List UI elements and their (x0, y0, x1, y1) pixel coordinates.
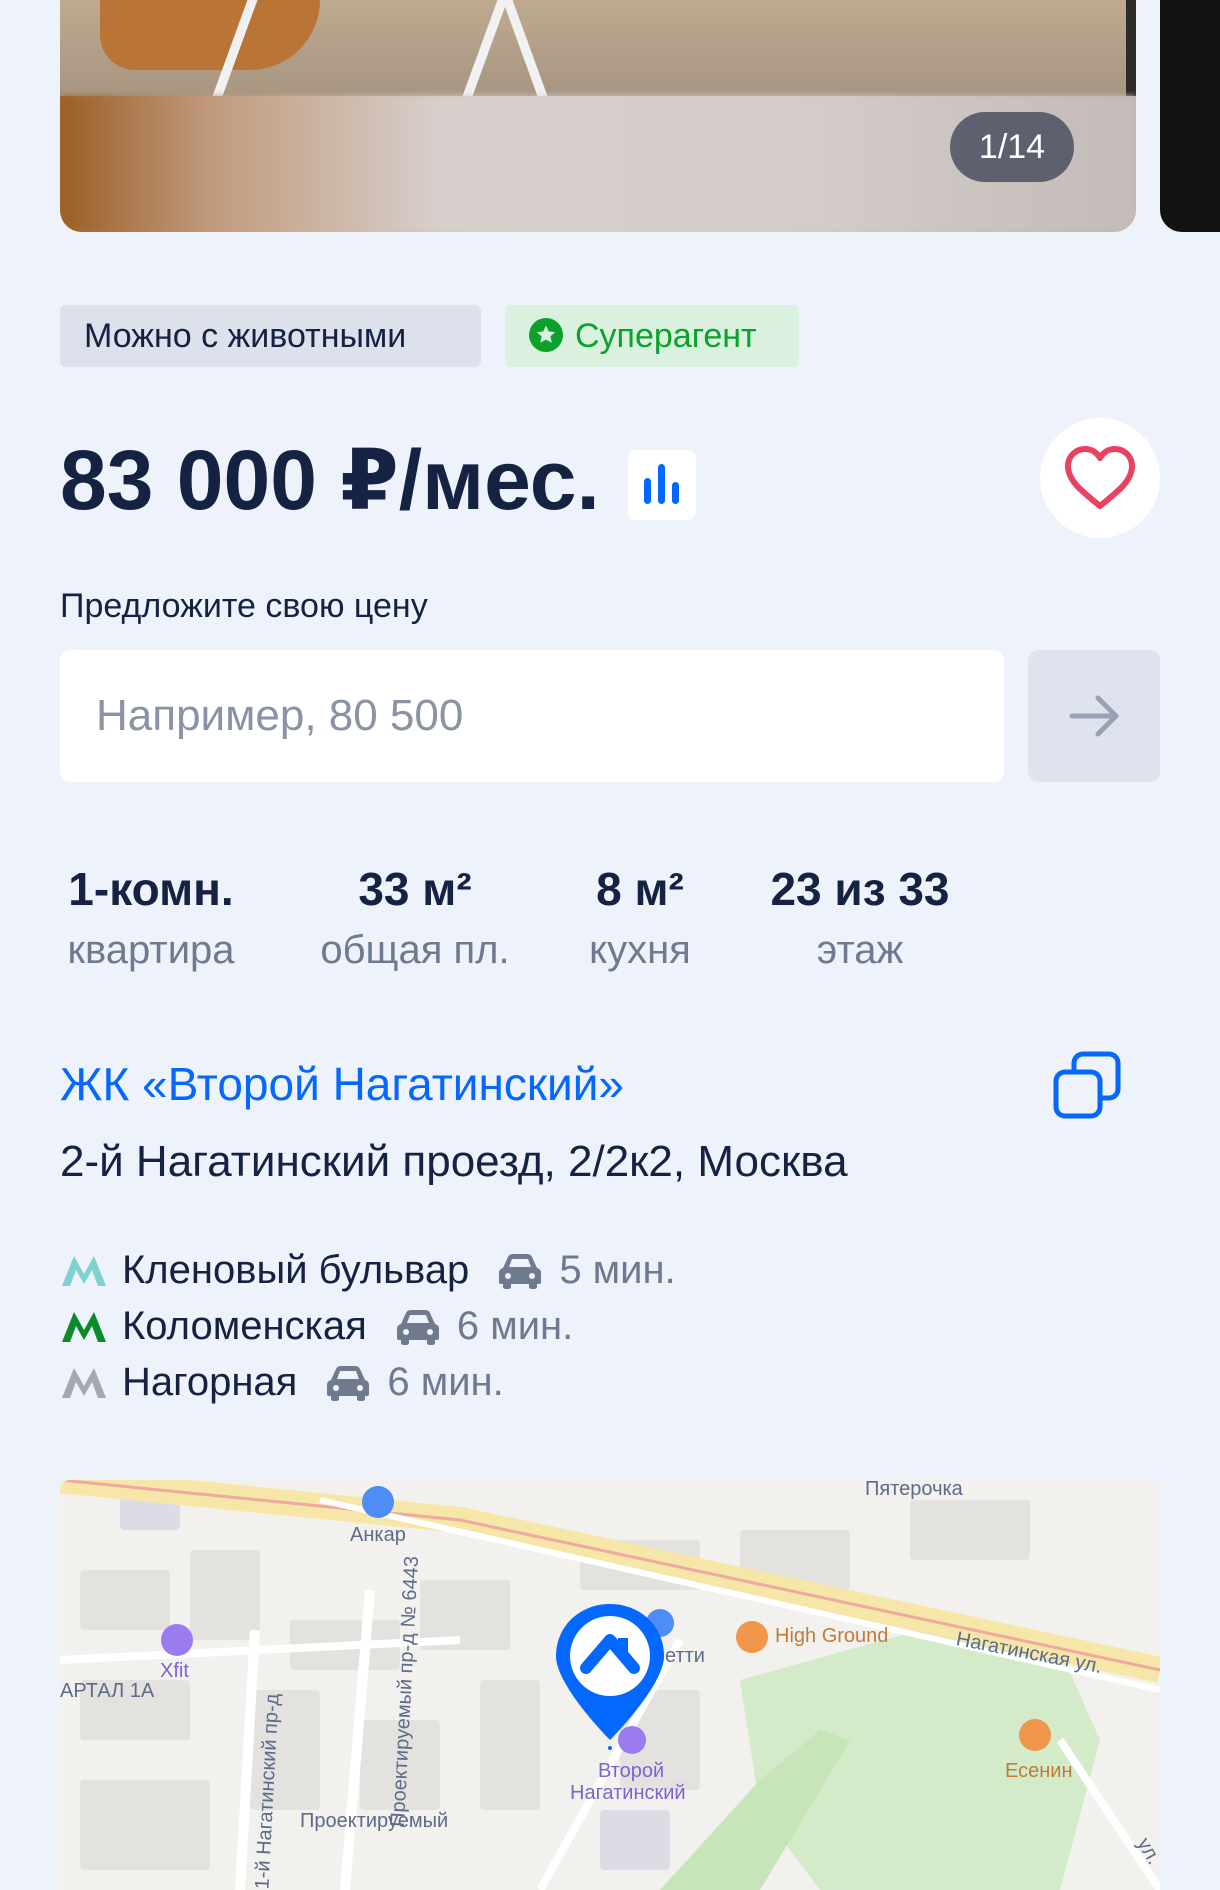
map-label: Xfit (160, 1660, 189, 1682)
submit-offer-button[interactable] (1028, 650, 1160, 782)
metro-icon (62, 1256, 106, 1286)
metro-icon (62, 1368, 106, 1398)
metro-icon (62, 1312, 106, 1342)
spec-label: квартира (67, 928, 235, 972)
map-label: етти (665, 1645, 705, 1667)
favorite-button[interactable] (1040, 418, 1160, 538)
copy-icon (1053, 1051, 1121, 1119)
metro-station-name: Кленовый бульвар (122, 1248, 470, 1292)
metro-station-row[interactable]: Нагорная 6 мин. (60, 1354, 504, 1410)
car-icon (396, 1310, 439, 1345)
map-label: High Ground (775, 1625, 889, 1647)
next-photo-preview[interactable] (1160, 0, 1220, 232)
spec-value: 33 м² (358, 863, 472, 915)
offer-price-input[interactable] (60, 650, 1004, 782)
spec-value: 8 м² (596, 863, 684, 915)
spec-label: кухня (589, 928, 691, 972)
metro-travel-time: 5 мин. (559, 1248, 676, 1292)
spec-label: этаж (816, 928, 904, 972)
photo-detail (1126, 0, 1136, 96)
superagent-label: Суперагент (575, 317, 757, 355)
spec-total-area: 33 м² общая пл. (310, 860, 520, 978)
map-label: Второй (598, 1760, 665, 1782)
bar-chart-icon (644, 464, 679, 504)
spec-value: 1-комн. (68, 863, 234, 915)
photo-gallery[interactable]: 1/14 (60, 0, 1136, 232)
price-history-button[interactable] (628, 450, 696, 520)
spec-label: общая пл. (320, 928, 510, 972)
metro-station-name: Нагорная (122, 1360, 298, 1404)
map-label: Пятерочка (865, 1480, 963, 1500)
pets-allowed-tag: Можно с животными (60, 305, 481, 367)
spec-floor: 23 из 33 этаж (760, 860, 960, 978)
spec-value: 23 из 33 (770, 863, 950, 915)
residential-complex-link[interactable]: ЖК «Второй Нагатинский» (60, 1054, 624, 1114)
map-label: АРТАЛ 1А (60, 1680, 155, 1702)
car-icon (499, 1254, 542, 1289)
location-pin-icon (556, 1604, 664, 1750)
spec-kitchen-area: 8 м² кухня (575, 860, 705, 978)
heart-icon (1065, 446, 1135, 509)
address: 2-й Нагатинский проезд, 2/2к2, Москва (60, 1137, 848, 1186)
map-label: Проектируемый (300, 1810, 449, 1832)
metro-station-row[interactable]: Коломенская 6 мин. (60, 1298, 573, 1354)
price: 83 000 ₽/мес. (60, 433, 600, 527)
copy-address-button[interactable] (1048, 1046, 1128, 1126)
map-label: Есенин (1005, 1760, 1073, 1782)
metro-travel-time: 6 мин. (456, 1304, 574, 1348)
superagent-tag: Суперагент (505, 305, 799, 367)
map-preview[interactable]: Пятерочка Анкар High Ground Нагатинская … (60, 1480, 1160, 1890)
metro-station-row[interactable]: Кленовый бульвар 5 мин. (60, 1242, 676, 1298)
metro-travel-time: 6 мин. (387, 1360, 504, 1404)
offer-price-label: Предложите свою цену (60, 587, 428, 625)
metro-station-name: Коломенская (122, 1304, 367, 1348)
arrow-right-icon (1069, 695, 1119, 737)
map-label: Анкар (350, 1524, 406, 1546)
spec-rooms: 1-комн. квартира (60, 860, 242, 978)
map-label: Нагатинский (570, 1782, 686, 1804)
photo-counter: 1/14 (950, 112, 1074, 182)
star-icon (529, 318, 563, 353)
car-icon (327, 1366, 370, 1401)
